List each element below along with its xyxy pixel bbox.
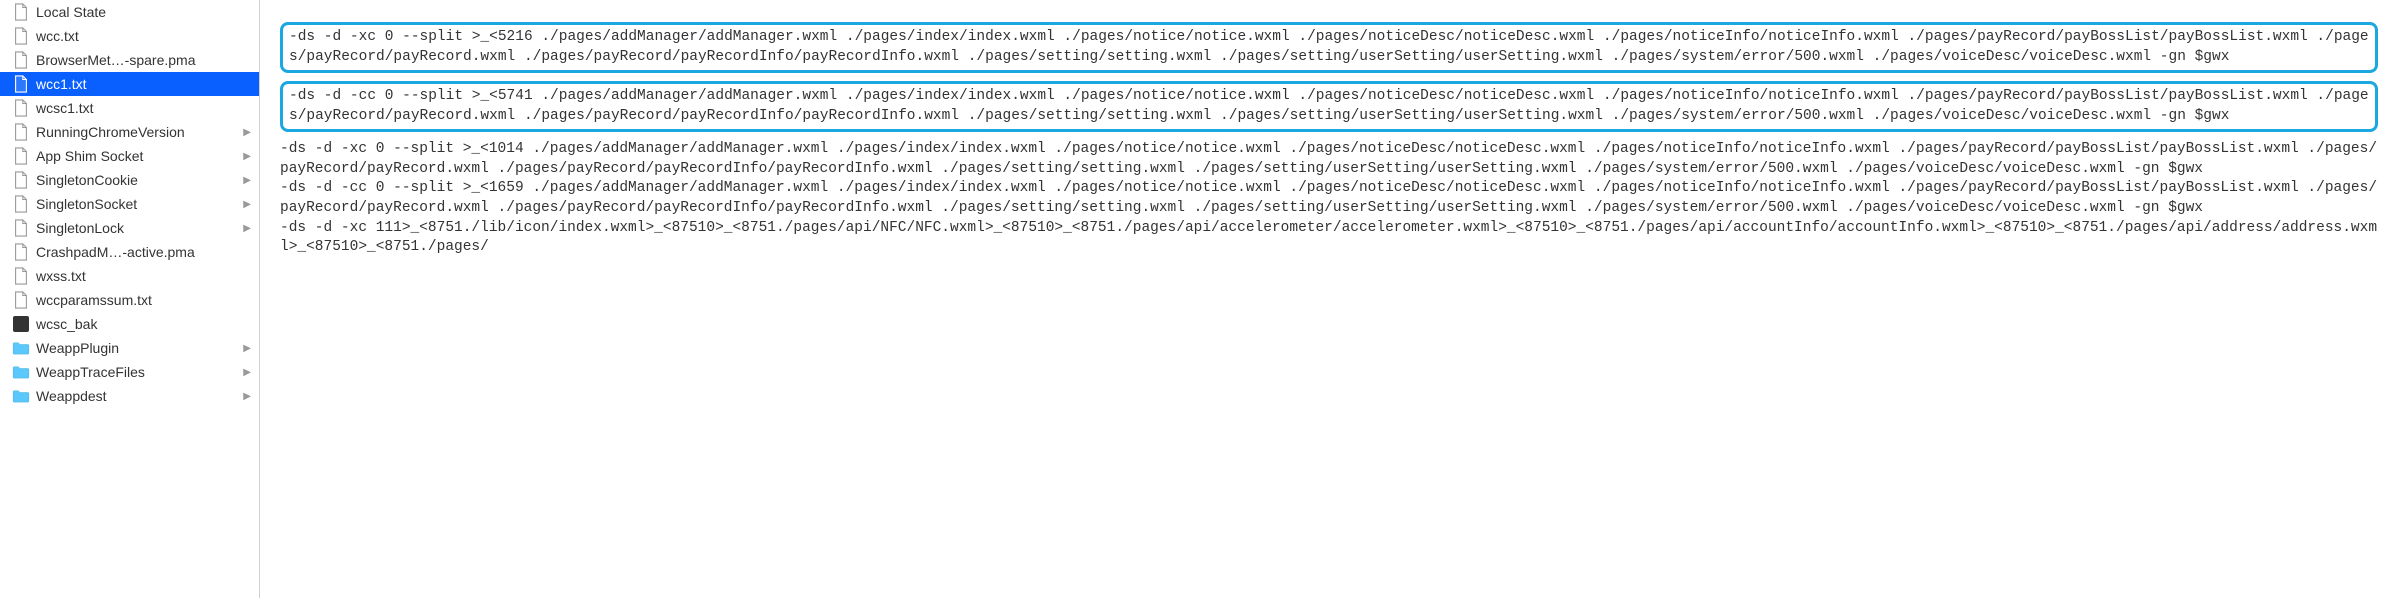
file-icon	[12, 147, 30, 165]
highlighted-block-2: -ds -d -cc 0 --split >_<5741 ./pages/add…	[280, 81, 2378, 132]
file-item[interactable]: App Shim Socket ▶	[0, 144, 259, 168]
file-item[interactable]: WeappTraceFiles ▶	[0, 360, 259, 384]
file-item-label: Weappdest	[36, 388, 239, 404]
file-item-label: wcc1.txt	[36, 76, 251, 92]
file-icon	[12, 99, 30, 117]
file-item[interactable]: CrashpadM…-active.pma	[0, 240, 259, 264]
file-item-label: CrashpadM…-active.pma	[36, 244, 251, 260]
file-item-label: BrowserMet…-spare.pma	[36, 52, 251, 68]
file-icon	[12, 75, 30, 93]
chevron-right-icon: ▶	[243, 391, 251, 402]
file-item[interactable]: wccparamssum.txt	[0, 288, 259, 312]
chevron-right-icon: ▶	[243, 343, 251, 354]
file-icon	[12, 171, 30, 189]
folder-icon	[12, 363, 30, 381]
file-item-label: App Shim Socket	[36, 148, 239, 164]
file-icon	[12, 123, 30, 141]
file-item-label: RunningChromeVersion	[36, 124, 239, 140]
file-item[interactable]: SingletonSocket ▶	[0, 192, 259, 216]
text-content: -ds -d -xc 0 --split >_<1014 ./pages/add…	[280, 140, 2378, 257]
file-item[interactable]: wxss.txt	[0, 264, 259, 288]
chevron-right-icon: ▶	[243, 151, 251, 162]
file-icon	[12, 243, 30, 261]
file-icon	[12, 3, 30, 21]
file-item-label: SingletonCookie	[36, 172, 239, 188]
file-icon	[12, 195, 30, 213]
file-item[interactable]: wcsc1.txt	[0, 96, 259, 120]
file-item-label: wcsc1.txt	[36, 100, 251, 116]
file-item[interactable]: wcsc_bak	[0, 312, 259, 336]
folder-icon	[12, 387, 30, 405]
file-item[interactable]: RunningChromeVersion ▶	[0, 120, 259, 144]
file-icon	[12, 51, 30, 69]
file-item-label: WeappTraceFiles	[36, 364, 239, 380]
exec-icon	[12, 315, 30, 333]
text-content: -ds -d -xc 0 --split >_<5216 ./pages/add…	[289, 28, 2369, 67]
file-icon	[12, 267, 30, 285]
text-content: -ds -d -cc 0 --split >_<5741 ./pages/add…	[289, 87, 2369, 126]
file-item-label: SingletonSocket	[36, 196, 239, 212]
file-icon	[12, 291, 30, 309]
chevron-right-icon: ▶	[243, 199, 251, 210]
file-item[interactable]: Local State	[0, 0, 259, 24]
file-item[interactable]: Weappdest ▶	[0, 384, 259, 408]
chevron-right-icon: ▶	[243, 223, 251, 234]
chevron-right-icon: ▶	[243, 367, 251, 378]
file-sidebar[interactable]: Local State wcc.txt BrowserMet…-spare.pm…	[0, 0, 260, 598]
file-item[interactable]: WeappPlugin ▶	[0, 336, 259, 360]
highlighted-block-1: -ds -d -xc 0 --split >_<5216 ./pages/add…	[280, 22, 2378, 73]
file-item-label: wcsc_bak	[36, 316, 251, 332]
folder-icon	[12, 339, 30, 357]
file-item-label: SingletonLock	[36, 220, 239, 236]
file-item-label: Local State	[36, 4, 251, 20]
chevron-right-icon: ▶	[243, 175, 251, 186]
file-icon	[12, 27, 30, 45]
file-item-label: wcc.txt	[36, 28, 251, 44]
file-item[interactable]: wcc.txt	[0, 24, 259, 48]
file-item-label: WeappPlugin	[36, 340, 239, 356]
file-item-label: wccparamssum.txt	[36, 292, 251, 308]
file-item[interactable]: SingletonLock ▶	[0, 216, 259, 240]
file-item-label: wxss.txt	[36, 268, 251, 284]
file-item[interactable]: SingletonCookie ▶	[0, 168, 259, 192]
chevron-right-icon: ▶	[243, 127, 251, 138]
file-content-view[interactable]: -ds -d -xc 0 --split >_<5216 ./pages/add…	[260, 0, 2398, 598]
file-item[interactable]: BrowserMet…-spare.pma	[0, 48, 259, 72]
file-item[interactable]: wcc1.txt	[0, 72, 259, 96]
file-icon	[12, 219, 30, 237]
